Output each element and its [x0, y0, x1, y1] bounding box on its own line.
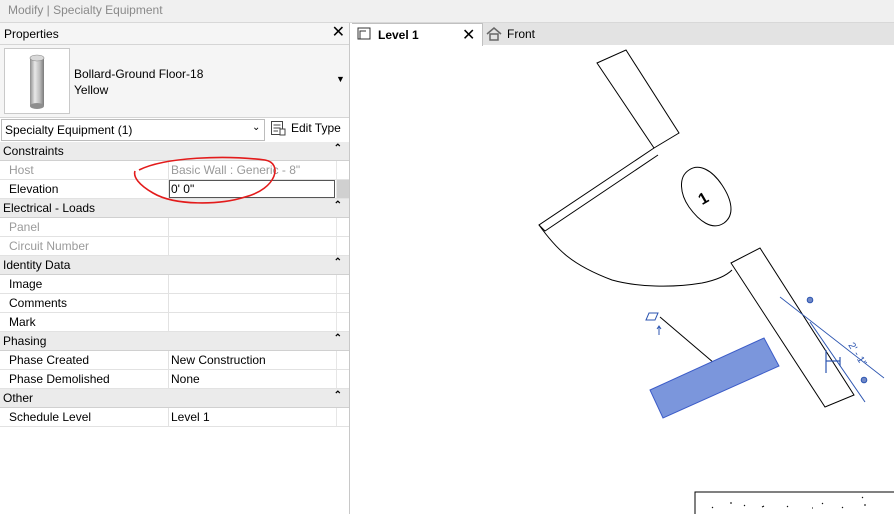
- row-scrollbar: [336, 180, 349, 198]
- row-scrollbar: [336, 294, 349, 312]
- selected-bollard[interactable]: [649, 337, 780, 419]
- property-name: Phase Created: [9, 353, 90, 367]
- collapse-icon[interactable]: ⌃: [334, 143, 342, 154]
- window-title: Modify | Specialty Equipment: [8, 3, 163, 17]
- property-name: Panel: [9, 220, 40, 234]
- leader-line: [659, 316, 715, 364]
- properties-palette: Properties ✕ Bollard-Ground Floor-18 Yel…: [0, 23, 350, 514]
- property-name: Mark: [9, 315, 36, 329]
- category-label: Constraints: [3, 144, 64, 158]
- collapse-icon[interactable]: ⌃: [334, 200, 342, 211]
- row-scrollbar: [336, 237, 349, 255]
- properties-title: Properties: [4, 27, 59, 41]
- edit-type-label: Edit Type: [291, 121, 341, 135]
- category-identity-data[interactable]: Identity Data ⌃: [0, 256, 349, 275]
- view-tabs: Level 1 ✕ Front: [352, 23, 894, 46]
- property-name: Phase Demolished: [9, 372, 110, 386]
- row-scrollbar: [336, 218, 349, 236]
- move-grip-icon[interactable]: [645, 312, 662, 335]
- property-row-comments[interactable]: Comments: [0, 294, 349, 313]
- property-name: Elevation: [9, 182, 59, 196]
- category-phasing[interactable]: Phasing ⌃: [0, 332, 349, 351]
- row-scrollbar: [336, 161, 349, 179]
- type-name-block: Bollard-Ground Floor-18 Yellow: [74, 66, 203, 98]
- property-row-panel: Panel: [0, 218, 349, 237]
- red-annotation-circle: [133, 156, 276, 204]
- collapse-icon[interactable]: ⌃: [334, 257, 342, 268]
- type-family-name: Bollard-Ground Floor-18: [74, 67, 204, 81]
- bollard-preview-image: [4, 48, 70, 114]
- edit-type-icon: [271, 121, 286, 136]
- collapse-icon[interactable]: ⌃: [334, 390, 342, 401]
- row-scrollbar: [336, 313, 349, 331]
- property-value: New Construction: [171, 353, 266, 367]
- category-label: Phasing: [3, 334, 47, 348]
- property-row-mark[interactable]: Mark: [0, 313, 349, 332]
- elevation-house-icon: [486, 27, 502, 41]
- property-name: Comments: [9, 296, 68, 310]
- dimension-value: 2' - 1": [845, 341, 868, 369]
- selection-filter-dropdown[interactable]: Specialty Equipment (1) ⌄: [1, 119, 265, 141]
- dropdown-arrow-icon[interactable]: ▼: [336, 74, 345, 84]
- selection-filter-value: Specialty Equipment (1): [5, 123, 133, 137]
- property-row-circuit-number: Circuit Number: [0, 237, 349, 256]
- property-name: Host: [9, 163, 34, 177]
- tag-bubble: 1: [681, 166, 732, 227]
- selection-filter-row: Specialty Equipment (1) ⌄ Edit Type: [0, 118, 349, 142]
- category-label: Other: [3, 391, 34, 405]
- row-scrollbar: [336, 408, 349, 426]
- row-scrollbar: [336, 351, 349, 369]
- edit-type-button[interactable]: Edit Type: [270, 118, 348, 140]
- view-area: Level 1 ✕ Front 1 2' - 1": [352, 23, 894, 514]
- tab-level-1[interactable]: Level 1 ✕: [352, 23, 483, 46]
- close-icon[interactable]: ✕: [332, 24, 345, 42]
- drawing-canvas[interactable]: 1 2' - 1": [352, 45, 894, 514]
- property-name: Schedule Level: [9, 410, 92, 424]
- tab-front[interactable]: Front: [482, 23, 552, 45]
- category-label: Electrical - Loads: [3, 201, 96, 215]
- close-tab-icon[interactable]: ✕: [462, 25, 475, 45]
- property-name: Image: [9, 277, 43, 291]
- chevron-down-icon: ⌄: [252, 122, 261, 133]
- title-block-corner: [694, 491, 894, 514]
- properties-header: Properties ✕: [0, 23, 349, 44]
- property-row-phase-demolished[interactable]: Phase Demolished None: [0, 370, 349, 389]
- category-other[interactable]: Other ⌃: [0, 389, 349, 408]
- type-variant-name: Yellow: [74, 83, 109, 97]
- floor-plan-icon: [357, 27, 371, 40]
- property-value: None: [171, 372, 200, 386]
- row-scrollbar: [336, 275, 349, 293]
- tab-label: Level 1: [378, 28, 419, 42]
- property-row-image[interactable]: Image: [0, 275, 349, 294]
- category-label: Identity Data: [3, 258, 71, 272]
- property-value: Level 1: [171, 410, 210, 424]
- property-name: Circuit Number: [9, 239, 90, 253]
- title-bar: Modify | Specialty Equipment: [0, 0, 894, 23]
- type-selector[interactable]: Bollard-Ground Floor-18 Yellow ▼: [0, 44, 349, 118]
- collapse-icon[interactable]: ⌃: [334, 333, 342, 344]
- row-scrollbar: [336, 370, 349, 388]
- host-wall-segment: [730, 247, 855, 408]
- property-row-phase-created[interactable]: Phase Created New Construction: [0, 351, 349, 370]
- tab-label: Front: [507, 27, 536, 41]
- property-row-schedule-level[interactable]: Schedule Level Level 1: [0, 408, 349, 427]
